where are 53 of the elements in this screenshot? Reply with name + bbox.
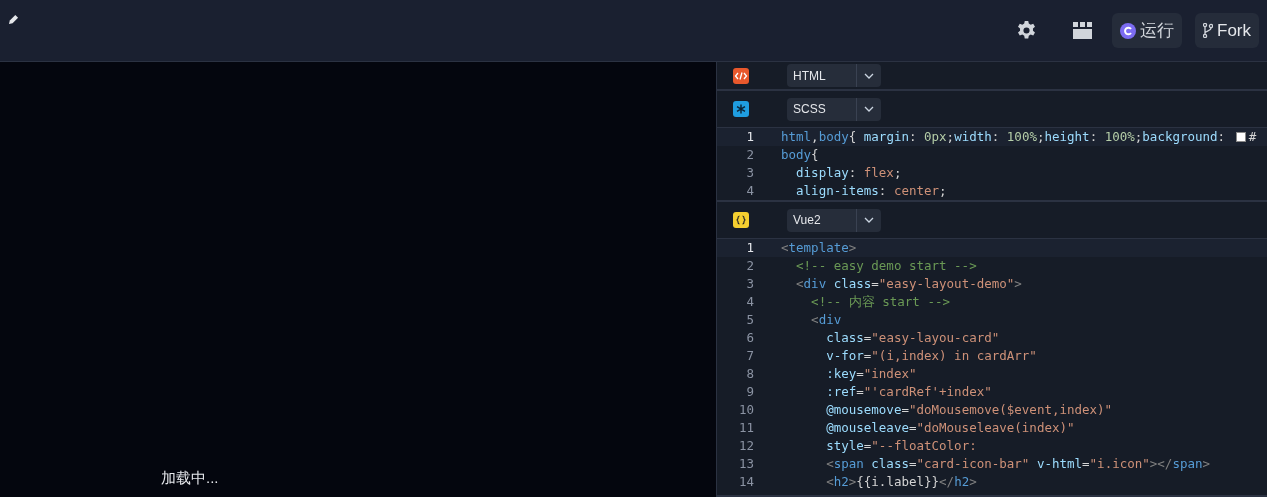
language-dropdown[interactable]: HTML — [787, 64, 881, 87]
run-icon — [1120, 22, 1136, 39]
asterisk-icon — [733, 101, 749, 117]
code-line: <span class="card-icon-bar" v-html="i.icon"></span> — [825, 454, 1211, 473]
line-number: 1 — [745, 128, 754, 146]
chevron-down-icon — [864, 217, 874, 223]
code-line: html,body{ margin: 0px;width: 100%;height: 100%;background: # — [781, 128, 1257, 146]
code-line: v-for="(i,index) in cardArr" — [825, 346, 1037, 365]
code-line: <template> — [781, 239, 857, 257]
line-number: 6 — [745, 328, 754, 347]
code-line: <div — [810, 310, 842, 329]
code-line: <!-- 内容 start --> — [810, 292, 950, 311]
chevron-down-icon — [864, 72, 874, 79]
code-line: style="--floatColor: — [825, 436, 977, 455]
line-number: 10 — [737, 400, 754, 419]
line-number: 9 — [745, 382, 754, 401]
fork-button[interactable]: Fork — [1195, 13, 1259, 48]
line-number: 14 — [737, 472, 754, 491]
line-number: 8 — [745, 364, 754, 383]
line-number: 3 — [745, 163, 754, 182]
line-number: 12 — [737, 436, 754, 455]
branch-icon — [1203, 23, 1213, 38]
line-number: 3 — [745, 274, 754, 293]
code-line: body{ — [781, 145, 819, 164]
line-number: 2 — [745, 145, 754, 164]
code-line: <div class="easy-layout-demo"> — [795, 274, 1022, 293]
run-button[interactable]: 运行 — [1112, 13, 1182, 48]
line-number: 2 — [745, 256, 754, 275]
code-line: @mouseleave="doMouseleave(index)" — [825, 418, 1075, 437]
line-number: 7 — [745, 346, 754, 365]
loading-text: 加载中... — [161, 468, 219, 488]
line-number: 11 — [737, 418, 754, 437]
code-line: class="easy-layou-card" — [825, 328, 1000, 347]
code-line: <!-- easy demo start --> — [795, 256, 977, 275]
line-number: 4 — [745, 292, 754, 311]
code-line: :key="index" — [825, 364, 917, 383]
line-number: 4 — [745, 181, 754, 200]
line-number: 13 — [737, 454, 754, 473]
language-dropdown[interactable]: SCSS — [787, 97, 881, 121]
code-line: display: flex; — [795, 163, 902, 182]
chevron-down-icon — [864, 106, 874, 112]
language-dropdown[interactable]: Vue2 — [787, 208, 881, 232]
line-number: 5 — [745, 310, 754, 329]
curly-braces-icon — [733, 212, 749, 228]
code-line: <h2>{{i.label}}</h2> — [825, 472, 977, 491]
code-line: @mousemove="doMousemove($event,index)" — [825, 400, 1113, 419]
line-number: 1 — [745, 239, 754, 257]
settings-icon[interactable] — [1016, 20, 1037, 41]
layout-icon[interactable] — [1073, 22, 1092, 39]
code-line: :ref="'cardRef'+index" — [825, 382, 992, 401]
code-line: align-items: center; — [795, 181, 947, 200]
pencil-icon[interactable] — [8, 14, 19, 25]
code-brackets-icon — [733, 67, 749, 84]
